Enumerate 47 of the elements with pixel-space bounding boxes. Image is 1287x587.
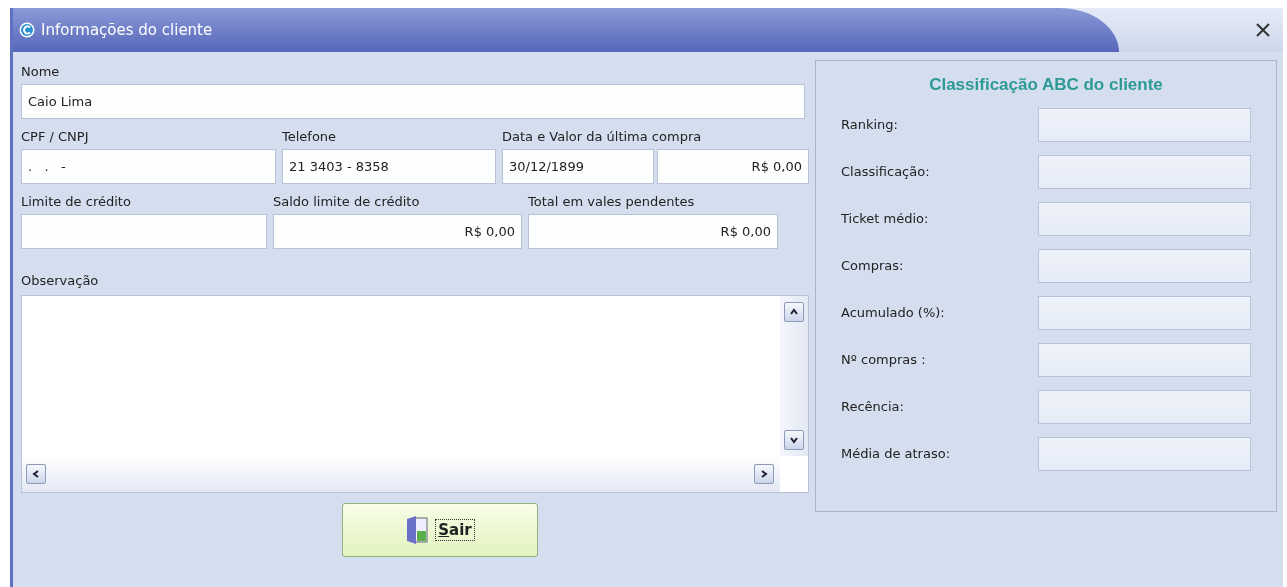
field-label: Ranking: xyxy=(841,115,898,134)
input-field[interactable]: . . - xyxy=(21,149,276,184)
field-label: Nº compras : xyxy=(841,350,926,369)
exit-button[interactable]: Sair xyxy=(342,503,538,557)
input-field[interactable] xyxy=(1038,201,1251,236)
field-label: Limite de crédito xyxy=(21,193,132,211)
notes-field[interactable] xyxy=(21,295,809,493)
scroll-right-button[interactable] xyxy=(754,464,774,484)
input-field[interactable] xyxy=(1038,342,1251,377)
app-icon xyxy=(19,22,35,38)
field-label: Compras: xyxy=(841,256,904,275)
input-field[interactable] xyxy=(1038,154,1251,189)
input-field[interactable]: R$ 0,00 xyxy=(657,149,809,184)
field-label: Média de atraso: xyxy=(841,444,951,463)
input-field[interactable] xyxy=(1038,248,1251,283)
field-label: CPF / CNPJ xyxy=(21,128,90,146)
scroll-left-button[interactable] xyxy=(26,464,46,484)
chevron-icon xyxy=(789,307,799,317)
input-field[interactable]: R$ 0,00 xyxy=(528,214,778,249)
input-field[interactable]: R$ 0,00 xyxy=(273,214,522,249)
input-field[interactable] xyxy=(21,214,267,249)
door-icon xyxy=(405,515,430,545)
field-label: Nome xyxy=(21,63,61,81)
chevron-icon xyxy=(759,469,769,479)
field-label: Telefone xyxy=(282,128,338,146)
input-field[interactable] xyxy=(1038,436,1251,471)
window-title: Informações do cliente xyxy=(41,21,213,39)
input-field[interactable]: 30/12/1899 xyxy=(502,149,654,184)
name-field[interactable]: Caio Lima xyxy=(21,84,805,119)
close-icon xyxy=(1255,22,1271,38)
field-label: Classificação: xyxy=(841,162,930,181)
field-label: Data e Valor da última compra xyxy=(502,128,703,146)
field-label: Total em vales pendentes xyxy=(528,193,696,211)
panel-title: Classificação ABC do cliente xyxy=(929,75,1163,95)
field-label: Ticket médio: xyxy=(841,209,929,228)
scroll-down-button[interactable] xyxy=(784,430,804,450)
field-label: Acumulado (%): xyxy=(841,303,945,322)
field-label: Saldo limite de crédito xyxy=(273,193,421,211)
scroll-up-button[interactable] xyxy=(784,302,804,322)
field-label: Observação xyxy=(21,272,100,290)
input-field[interactable] xyxy=(1038,389,1251,424)
input-field[interactable] xyxy=(1038,295,1251,330)
field-label: Recência: xyxy=(841,397,904,416)
input-field[interactable]: 21 3403 - 8358 xyxy=(282,149,496,184)
chevron-icon xyxy=(789,435,799,445)
chevron-icon xyxy=(31,469,41,479)
input-field[interactable] xyxy=(1038,107,1251,142)
